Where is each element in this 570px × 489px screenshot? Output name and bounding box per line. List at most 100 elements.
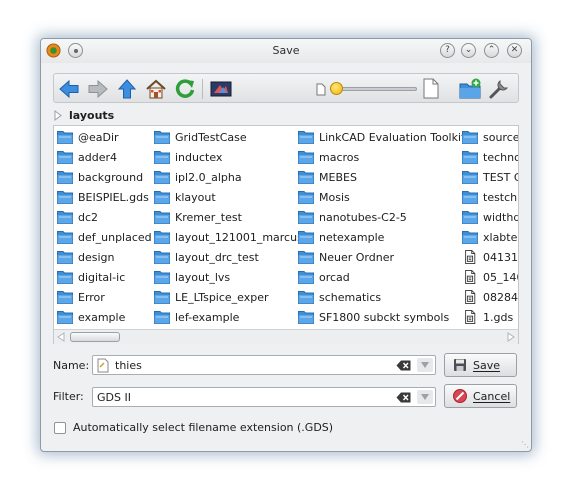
reload-icon[interactable] [174,78,196,100]
maximize-button[interactable]: ⌃ [484,43,499,58]
folder-icon [154,151,170,164]
chevron-down-icon [421,362,429,368]
name-input[interactable]: thies [92,355,436,375]
home-icon[interactable] [145,78,167,100]
folder-icon [154,171,170,184]
list-item-label: GridTestCase [175,131,247,144]
folder-icon [57,151,73,164]
minimize-icon: ⌄ [464,45,473,55]
list-item-label: TEST G [483,171,519,184]
options-icon[interactable] [488,78,510,100]
folder-icon [462,211,478,224]
save-icon [454,359,466,371]
list-item-label: MEBES [319,171,357,184]
forward-icon[interactable] [87,78,109,100]
close-button[interactable]: ✕ [507,43,522,58]
breadcrumb-arrow-icon [54,110,62,121]
zoom-slider-handle[interactable] [330,82,343,95]
help-icon: ? [445,45,450,55]
folder-icon [298,191,314,204]
list-item-label: adder4 [78,151,117,164]
folder-icon [57,171,73,184]
list-item-label: background [78,171,144,184]
resize-grip[interactable]: ⋱ [521,440,529,449]
folder-icon [154,251,170,264]
list-item-label: layout_121001_marcus [175,231,303,244]
list-item-label: 1.gds [483,311,514,324]
clear-icon[interactable] [396,360,411,371]
list-item-label: LE_LTspice_exper [175,291,269,304]
list-item-label: 041312 [483,251,518,264]
folder-icon [298,171,314,184]
scrollbar-thumb[interactable] [70,332,120,342]
breadcrumb-label: layouts [69,109,115,122]
list-item-label: BEISPIEL.gds [78,191,149,204]
help-button[interactable]: ? [440,43,455,58]
name-dropdown-button[interactable] [417,358,433,372]
list-item-label: Mosis [319,191,350,204]
list-item-label: Error [78,291,105,304]
list-item-label: design [78,251,115,264]
zoom-in-icon[interactable] [423,78,439,99]
file-type-icon [97,358,109,373]
folder-icon [462,171,478,184]
folder-icon [57,251,73,264]
list-item-label: techno [483,151,519,164]
list-item-label: nanotubes-C2-5 [319,211,407,224]
save-button[interactable]: Save [444,353,517,377]
maximize-icon: ⌃ [487,45,496,55]
folder-icon [154,311,170,324]
file-list[interactable]: @eaDir adder4 background BEISPIEL.gds dc2 def… [53,125,519,344]
list-item-label: lef-example [175,311,240,324]
list-item-label: Neuer Ordner [319,251,394,264]
folder-icon [57,191,73,204]
up-icon[interactable] [116,78,138,100]
cancel-icon [453,389,467,403]
folder-icon [154,211,170,224]
filter-input[interactable]: GDS II [92,387,436,407]
filter-dropdown-button[interactable] [417,390,433,404]
list-item-label: @eaDir [78,131,119,144]
window-title: Save [272,44,300,57]
preview-icon[interactable] [210,78,232,100]
save-button-label: Save [473,358,501,372]
list-item-label: dc2 [78,211,99,224]
auto-extension-checkbox[interactable] [54,422,66,434]
title-bar: Save ? ⌄ ⌃ ✕ [41,39,531,63]
folder-icon [154,231,170,244]
toolbar [53,73,519,103]
list-item-label: SF1800 subckt symbols [319,311,450,324]
file-icon [465,270,476,284]
filter-input-value: GDS II [97,391,131,404]
horizontal-scrollbar[interactable] [54,329,518,344]
folder-icon [57,211,73,224]
folder-icon [57,131,73,144]
list-item-label: testchi [483,191,519,204]
folder-icon [298,271,314,284]
toolbar-separator [202,79,203,99]
folder-icon [298,251,314,264]
breadcrumb[interactable]: layouts [54,109,115,122]
folder-icon [462,231,478,244]
folder-icon [298,311,314,324]
clear-icon[interactable] [396,392,411,403]
cancel-button[interactable]: Cancel [444,384,517,408]
list-item-label: layout_lvs [175,271,231,284]
list-item-label: example [78,311,126,324]
zoom-out-icon[interactable] [316,83,326,96]
folder-icon [57,291,73,304]
scroll-left-icon[interactable] [56,332,66,342]
list-item-label: orcad [319,271,350,284]
close-icon: ✕ [510,45,519,55]
auto-extension-label[interactable]: Automatically select filename extension … [73,421,333,434]
folder-icon [154,191,170,204]
folder-icon [462,191,478,204]
back-icon[interactable] [58,78,80,100]
file-icon [465,250,476,264]
zoom-slider[interactable] [330,82,417,95]
list-item-label: macros [319,151,360,164]
minimize-button[interactable]: ⌄ [461,43,476,58]
new-folder-icon[interactable] [459,78,481,100]
scroll-right-icon[interactable] [506,332,516,342]
list-item-label: schematics [319,291,382,304]
